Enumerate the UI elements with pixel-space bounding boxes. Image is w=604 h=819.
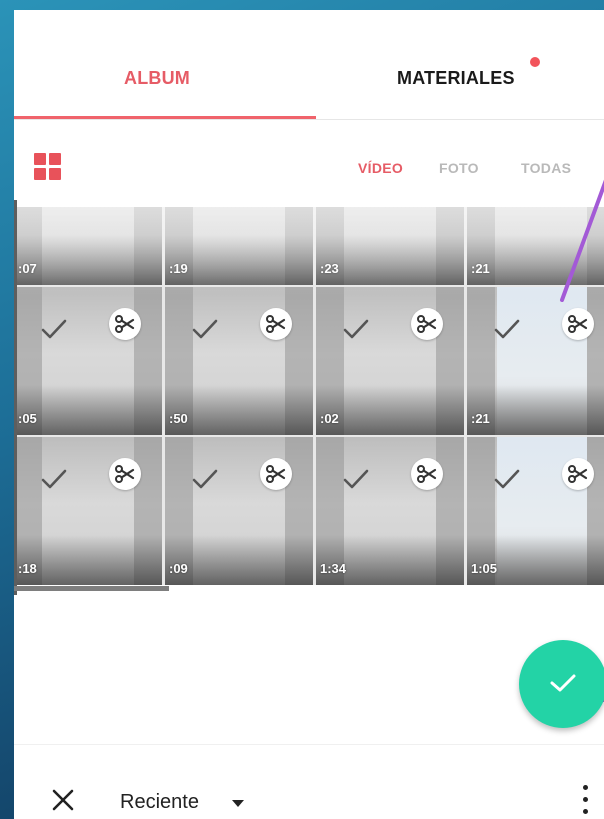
video-thumbnail[interactable]: :18 bbox=[14, 437, 162, 585]
trim-button[interactable] bbox=[109, 458, 141, 490]
scissors-icon bbox=[568, 465, 588, 483]
thumbnail-shade bbox=[14, 235, 162, 285]
video-thumbnail[interactable]: :23 bbox=[316, 207, 464, 285]
thumbnail-shade bbox=[165, 535, 313, 585]
video-duration: :23 bbox=[320, 261, 339, 276]
thumbnail-shade bbox=[316, 235, 464, 285]
scissors-icon bbox=[266, 315, 286, 333]
video-duration: :18 bbox=[18, 561, 37, 576]
video-thumbnail[interactable]: :50 bbox=[165, 287, 313, 435]
trim-button[interactable] bbox=[562, 308, 594, 340]
thumbnail-shade bbox=[165, 235, 313, 285]
thumbnail-shade bbox=[467, 535, 604, 585]
filter-row: VÍDEO FOTO TODAS bbox=[14, 120, 604, 200]
video-thumbnail[interactable]: :07 bbox=[14, 207, 162, 285]
video-thumbnail[interactable]: 1:34 bbox=[316, 437, 464, 585]
filter-foto[interactable]: FOTO bbox=[439, 160, 479, 176]
trim-button[interactable] bbox=[260, 458, 292, 490]
scissors-icon bbox=[417, 465, 437, 483]
trim-button[interactable] bbox=[562, 458, 594, 490]
thumbnail-shade bbox=[467, 385, 604, 435]
video-thumbnail[interactable]: :02 bbox=[316, 287, 464, 435]
tab-album[interactable]: ALBUM bbox=[124, 68, 190, 89]
video-thumbnail[interactable]: :09 bbox=[165, 437, 313, 585]
video-duration: 1:34 bbox=[320, 561, 347, 576]
thumbnail-shade bbox=[467, 235, 604, 285]
check-icon[interactable] bbox=[342, 467, 370, 491]
sort-dropdown-label[interactable]: Reciente bbox=[120, 791, 199, 814]
filter-todas[interactable]: TODAS bbox=[521, 160, 571, 176]
trim-button[interactable] bbox=[411, 458, 443, 490]
check-icon[interactable] bbox=[342, 317, 370, 341]
media-grid: :07 :19 :23 :21 :05 :50 :02 :21 :18 :09 1:34 1:05 bbox=[14, 207, 604, 585]
video-duration: :21 bbox=[471, 261, 490, 276]
grid-icon[interactable] bbox=[34, 153, 62, 181]
video-duration: :50 bbox=[169, 411, 188, 426]
check-icon[interactable] bbox=[40, 317, 68, 341]
trim-button[interactable] bbox=[260, 308, 292, 340]
video-duration: 1:05 bbox=[471, 561, 498, 576]
check-icon[interactable] bbox=[493, 317, 521, 341]
video-thumbnail[interactable]: :05 bbox=[14, 287, 162, 435]
video-thumbnail[interactable]: :19 bbox=[165, 207, 313, 285]
scissors-icon bbox=[417, 315, 437, 333]
check-icon bbox=[550, 674, 576, 692]
video-duration: :09 bbox=[169, 561, 188, 576]
thumbnail-shade bbox=[14, 385, 162, 435]
filter-video[interactable]: VÍDEO bbox=[358, 160, 403, 176]
thumbnail-shade bbox=[14, 535, 162, 585]
close-icon[interactable] bbox=[50, 787, 76, 813]
check-icon[interactable] bbox=[191, 467, 219, 491]
thumbnail-shade bbox=[316, 535, 464, 585]
thumbnail-shade bbox=[316, 385, 464, 435]
top-tabs: ALBUM MATERIALES bbox=[14, 10, 604, 120]
video-thumbnail[interactable]: :21 bbox=[467, 207, 604, 285]
check-icon[interactable] bbox=[493, 467, 521, 491]
notification-dot bbox=[530, 57, 540, 67]
check-icon[interactable] bbox=[40, 467, 68, 491]
caret-down-icon[interactable] bbox=[232, 800, 244, 807]
more-vertical-icon[interactable] bbox=[580, 785, 592, 815]
check-icon[interactable] bbox=[191, 317, 219, 341]
grid-edge bbox=[14, 586, 169, 591]
video-duration: :05 bbox=[18, 411, 37, 426]
grid-edge bbox=[14, 200, 17, 595]
trim-button[interactable] bbox=[109, 308, 141, 340]
video-duration: :19 bbox=[169, 261, 188, 276]
scissors-icon bbox=[115, 315, 135, 333]
bottom-bar: Reciente bbox=[14, 744, 604, 819]
phone-screen: ALBUM MATERIALES VÍDEO FOTO TODAS :07 :19… bbox=[14, 10, 604, 819]
thumbnail-shade bbox=[165, 385, 313, 435]
tab-materiales[interactable]: MATERIALES bbox=[397, 68, 515, 89]
scissors-icon bbox=[266, 465, 286, 483]
confirm-fab-button[interactable] bbox=[519, 640, 604, 728]
video-duration: :21 bbox=[471, 411, 490, 426]
video-duration: :07 bbox=[18, 261, 37, 276]
scissors-icon bbox=[115, 465, 135, 483]
scissors-icon bbox=[568, 315, 588, 333]
video-duration: :02 bbox=[320, 411, 339, 426]
trim-button[interactable] bbox=[411, 308, 443, 340]
